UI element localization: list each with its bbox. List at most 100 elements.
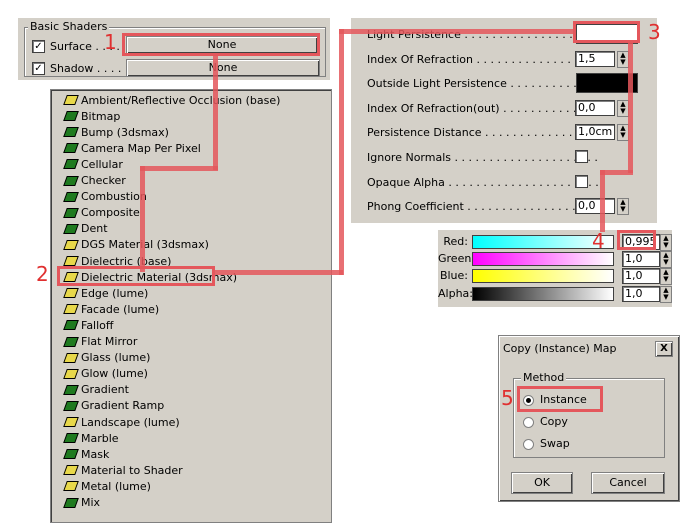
shader-list-item[interactable]: Edge (lume)	[63, 285, 148, 301]
ignore-normals-checkbox[interactable]	[575, 150, 588, 163]
green-slider[interactable]	[472, 252, 614, 266]
map-type-icon	[63, 159, 79, 170]
map-type-icon	[63, 191, 79, 202]
shader-list-item[interactable]: Bitmap	[63, 108, 120, 124]
copy-instance-map-dialog: Copy (Instance) Map X Method Instance Co…	[498, 335, 680, 502]
shadow-map-button[interactable]: None	[126, 59, 320, 77]
shader-list-item[interactable]: Checker	[63, 173, 126, 189]
shader-list-item-label: Composite	[81, 206, 140, 220]
shader-list-item[interactable]: Combustion	[63, 189, 147, 205]
shader-list-item-label: Metal (lume)	[81, 479, 151, 493]
blue-spinner[interactable]: ▲ ▼	[660, 268, 672, 285]
shader-list-item[interactable]: Gradient Ramp	[63, 398, 165, 414]
dialog-close-button[interactable]: X	[655, 341, 673, 357]
copy-radio[interactable]: Copy	[523, 415, 568, 428]
shader-list-item-label: Bump (3dsmax)	[81, 125, 169, 139]
shadow-checkbox[interactable]: ✓	[32, 62, 45, 75]
map-type-icon	[63, 481, 79, 492]
phong-coefficient-field[interactable]: 0,0	[575, 198, 615, 214]
map-type-icon	[63, 449, 79, 460]
shader-list-item-label: Glass (lume)	[81, 351, 151, 365]
shader-list-item[interactable]: Composite	[63, 205, 140, 221]
opaque-alpha-checkbox[interactable]	[575, 175, 588, 188]
shader-list-item[interactable]: Metal (lume)	[63, 478, 151, 494]
shader-list-item[interactable]: Dent	[63, 221, 108, 237]
shader-list-item[interactable]: Flat Mirror	[63, 334, 137, 350]
shader-list-item[interactable]: Camera Map Per Pixel	[63, 140, 201, 156]
red-label: Red:	[443, 235, 468, 248]
alpha-label: Alpha:	[438, 287, 473, 300]
map-type-icon	[63, 111, 79, 122]
shader-list-item-label: Cellular	[81, 157, 123, 171]
map-type-icon	[63, 256, 79, 266]
annotation-number-2: 2	[36, 262, 49, 286]
ior-field[interactable]: 1,5	[575, 51, 615, 67]
shader-list-item[interactable]: Glow (lume)	[63, 366, 148, 382]
blue-slider[interactable]	[472, 269, 614, 283]
shader-list-item[interactable]: Bump (3dsmax)	[63, 124, 169, 140]
map-type-icon	[63, 433, 79, 444]
blue-field[interactable]: 1,0	[622, 268, 660, 284]
shader-list-item[interactable]: Mix	[63, 495, 101, 511]
shader-list-item[interactable]: Ambient/Reflective Occlusion (base)	[63, 92, 280, 108]
shader-list-item-label: Falloff	[81, 318, 114, 332]
map-type-icon	[63, 223, 79, 234]
annotation-number-4: 4	[592, 229, 605, 253]
shader-list-item[interactable]: DGS Material (3dsmax)	[63, 237, 209, 253]
green-spinner[interactable]: ▲ ▼	[660, 251, 672, 268]
ior-out-field[interactable]: 0,0	[575, 100, 615, 116]
map-type-icon	[63, 175, 79, 186]
map-type-icon	[63, 207, 79, 218]
light-persistence-label: Light Persistence . . . . . . . . . . . …	[367, 27, 601, 41]
shader-list-item-label: Combustion	[81, 190, 147, 204]
highlight-box-3	[573, 21, 640, 43]
shader-list-item[interactable]: Cellular	[63, 156, 123, 172]
persistence-distance-field[interactable]: 1,0cm	[575, 124, 615, 140]
ok-button[interactable]: OK	[511, 472, 573, 494]
shader-list-item-label: Facade (lume)	[81, 302, 160, 316]
shader-list-item-label: Gradient Ramp	[81, 399, 165, 413]
swap-label: Swap	[540, 437, 570, 450]
alpha-field[interactable]: 1,0	[622, 286, 660, 302]
basic-shaders-title: Basic Shaders	[28, 20, 110, 33]
dialog-title: Copy (Instance) Map	[503, 342, 617, 355]
copy-radio-button[interactable]	[523, 416, 534, 428]
shadow-label: Shadow . . . . .	[50, 62, 129, 75]
surface-checkbox[interactable]: ✓	[32, 40, 45, 53]
connector-line	[213, 53, 218, 170]
blue-label: Blue:	[439, 269, 468, 282]
highlight-box-4	[617, 230, 656, 250]
swap-radio[interactable]: Swap	[523, 437, 570, 450]
red-spinner[interactable]: ▲ ▼	[660, 234, 672, 251]
map-type-icon	[63, 320, 79, 331]
connector-line	[140, 166, 218, 171]
map-type-icon	[63, 400, 79, 411]
shader-list-item[interactable]: Facade (lume)	[63, 301, 160, 317]
shader-list-item-label: Material to Shader	[81, 463, 183, 477]
shader-list-item[interactable]: Mask	[63, 446, 110, 462]
map-type-icon	[63, 95, 79, 105]
connector-line	[339, 29, 344, 275]
green-field[interactable]: 1,0	[622, 251, 660, 267]
swap-radio-button[interactable]	[523, 438, 534, 450]
shader-list-item[interactable]: Gradient	[63, 382, 129, 398]
shader-list-item[interactable]: Landscape (lume)	[63, 414, 180, 430]
shader-list-item-label: Camera Map Per Pixel	[81, 141, 201, 155]
highlight-box-5	[517, 386, 603, 412]
alpha-slider[interactable]	[472, 287, 614, 301]
shader-list-item-label: Mask	[81, 447, 110, 461]
phong-coefficient-spinner[interactable]: ▲ ▼	[617, 198, 629, 215]
map-type-icon	[63, 239, 79, 250]
shader-list-item-label: Mix	[81, 496, 101, 509]
alpha-spinner[interactable]: ▲ ▼	[660, 286, 672, 303]
cancel-button[interactable]: Cancel	[591, 472, 665, 494]
shader-list-item[interactable]: Glass (lume)	[63, 350, 151, 366]
connector-line	[339, 29, 575, 34]
shader-list-item[interactable]: Falloff	[63, 317, 114, 333]
shader-list-item[interactable]: Marble	[63, 430, 119, 446]
connector-line	[140, 166, 145, 272]
map-type-icon	[63, 417, 79, 427]
shader-list[interactable]: Ambient/Reflective Occlusion (base) Bitma…	[50, 89, 332, 523]
shader-list-item[interactable]: Material to Shader	[63, 462, 183, 478]
phong-coefficient-label: Phong Coefficient . . . . . . . . . . . …	[367, 199, 597, 213]
